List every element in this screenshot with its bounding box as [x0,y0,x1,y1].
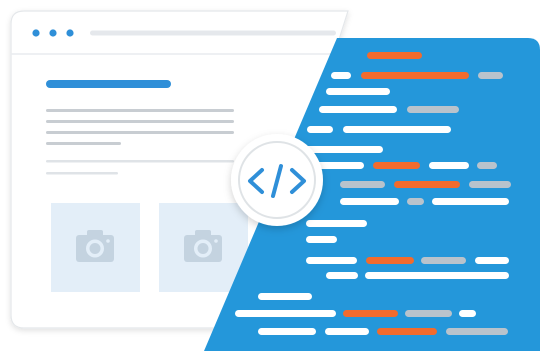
image-placeholder [51,203,140,292]
web-development-illustration [0,0,540,351]
window-dot [32,29,40,37]
code-badge [231,134,323,226]
image-placeholder [159,203,248,292]
window-dot [49,29,57,37]
window-dot [66,29,74,37]
illustration-svg [10,10,540,351]
page-heading-placeholder [46,80,171,88]
address-bar [90,30,336,36]
